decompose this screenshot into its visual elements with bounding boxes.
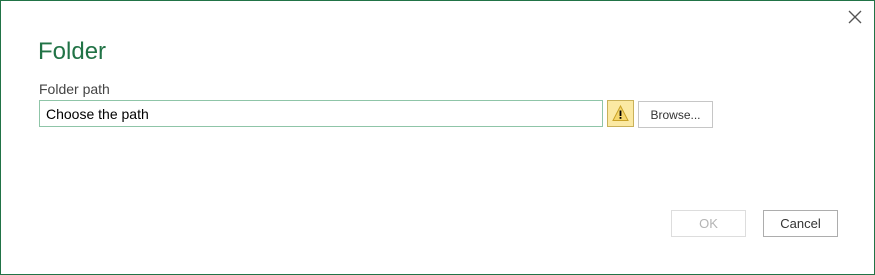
folder-path-label: Folder path bbox=[39, 81, 110, 97]
path-warning-indicator bbox=[607, 100, 634, 127]
folder-path-input[interactable] bbox=[39, 100, 603, 127]
browse-button[interactable]: Browse... bbox=[638, 101, 713, 128]
warning-icon bbox=[612, 105, 629, 121]
ok-button[interactable]: OK bbox=[671, 210, 746, 237]
close-button[interactable] bbox=[844, 6, 866, 28]
close-icon bbox=[848, 10, 862, 24]
cancel-button[interactable]: Cancel bbox=[763, 210, 838, 237]
dialog-title: Folder bbox=[38, 38, 107, 65]
folder-dialog: Folder Folder path Browse... OK Cancel bbox=[0, 0, 875, 275]
